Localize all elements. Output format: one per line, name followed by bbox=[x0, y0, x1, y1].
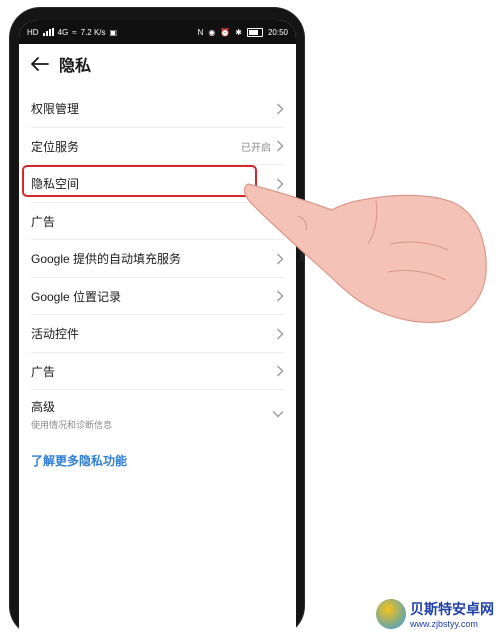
phone-screen: HD 4G ≈ 7.2 K/s ▣ N ◉ ⏰ ✱ 20:50 隐私 权限管理 … bbox=[19, 20, 296, 640]
advanced-text: 高级 使用情况和诊断信息 bbox=[31, 398, 272, 431]
alarm-icon: ⏰ bbox=[220, 27, 231, 37]
page-header: 隐私 bbox=[19, 44, 296, 84]
nfc-icon: N bbox=[197, 27, 204, 37]
signal-icon bbox=[42, 28, 54, 36]
watermark: 贝斯特安卓网 www.zjbstyy.com bbox=[376, 599, 494, 629]
watermark-text: 贝斯特安卓网 www.zjbstyy.com bbox=[410, 599, 494, 629]
status-right: N ◉ ⏰ ✱ 20:50 bbox=[197, 27, 288, 37]
menu-item-location[interactable]: 定位服务 已开启 bbox=[19, 128, 296, 166]
watermark-site-name: 贝斯特安卓网 bbox=[410, 601, 494, 617]
watermark-logo bbox=[376, 599, 406, 629]
chevron-right-icon bbox=[276, 140, 284, 152]
status-left: HD 4G ≈ 7.2 K/s ▣ bbox=[27, 28, 117, 37]
menu-item-label: 定位服务 bbox=[31, 139, 80, 154]
eye-icon: ◉ bbox=[208, 27, 216, 37]
menu-item-advanced[interactable]: 高级 使用情况和诊断信息 bbox=[19, 390, 296, 438]
menu-item-label: 广告 bbox=[31, 364, 56, 379]
net-speed: 7.2 K/s bbox=[80, 27, 106, 37]
bluetooth-icon: ✱ bbox=[235, 27, 242, 37]
highlight-box bbox=[22, 165, 257, 197]
menu-item-permission[interactable]: 权限管理 bbox=[19, 90, 296, 128]
chevron-right-icon bbox=[276, 365, 284, 377]
hd-indicator: HD bbox=[27, 27, 39, 37]
learn-more-privacy-link[interactable]: 了解更多隐私功能 bbox=[31, 452, 127, 469]
notification-icon: ▣ bbox=[109, 27, 118, 37]
page-title: 隐私 bbox=[59, 58, 92, 75]
advanced-label: 高级 bbox=[31, 399, 56, 414]
wifi-icon: ≈ bbox=[72, 27, 77, 37]
chevron-right-icon bbox=[276, 103, 284, 115]
pointing-hand-illustration bbox=[243, 183, 487, 323]
chevron-down-icon bbox=[272, 410, 284, 418]
clock-time: 20:50 bbox=[267, 27, 288, 37]
battery-icon bbox=[246, 27, 263, 37]
network-type: 4G bbox=[57, 27, 69, 37]
menu-item-label: 权限管理 bbox=[31, 102, 80, 117]
advanced-subtitle: 使用情况和诊断信息 bbox=[31, 419, 113, 430]
watermark-site-url: www.zjbstyy.com bbox=[410, 619, 478, 629]
back-arrow-icon[interactable] bbox=[31, 55, 49, 73]
menu-item-ads-2[interactable]: 广告 bbox=[19, 353, 296, 391]
location-status-value: 已开启 bbox=[241, 142, 271, 154]
status-bar: HD 4G ≈ 7.2 K/s ▣ N ◉ ⏰ ✱ 20:50 bbox=[19, 20, 296, 44]
